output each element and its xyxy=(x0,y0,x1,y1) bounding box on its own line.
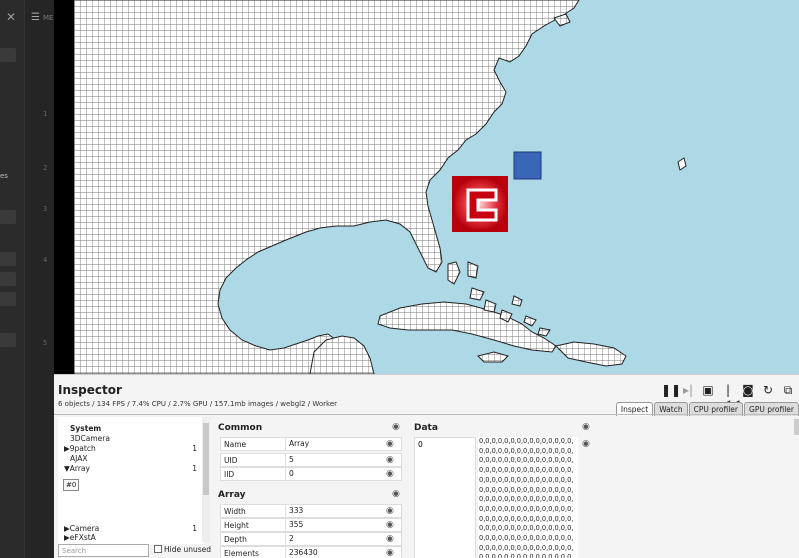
map-view[interactable] xyxy=(74,0,799,374)
eye-icon[interactable]: ◉ xyxy=(392,422,400,432)
eye-icon[interactable]: ◉ xyxy=(386,455,394,465)
data-value-line: 0,0,0,0,0,0,0,0,0,0,0,0,0,0,0, xyxy=(479,446,574,455)
data-value-line: 0,0,0,0,0,0,0,0,0,0,0,0,0,0,0, xyxy=(479,485,574,494)
editor-tab-fragment: es xyxy=(0,172,8,180)
cuba-island xyxy=(377,301,557,353)
gutter-block xyxy=(0,292,16,306)
tree-scrollbar[interactable] xyxy=(202,417,210,542)
data-index: 0 xyxy=(414,437,476,558)
red-c-marker xyxy=(452,176,508,232)
eye-icon[interactable]: ◉ xyxy=(386,506,394,516)
inspector-stats: 6 objects / 134 FPS / 7.4% CPU / 2.7% GP… xyxy=(58,400,337,408)
tree-item-ajax[interactable]: AJAX xyxy=(70,454,215,464)
prop-row-width: Width 333 xyxy=(220,504,402,518)
jamaica-island xyxy=(477,351,509,363)
eye-icon[interactable]: ◉ xyxy=(386,548,394,558)
eye-icon[interactable]: ◉ xyxy=(582,422,590,432)
tree-item-array[interactable]: ▼Array 1 xyxy=(64,464,209,474)
prop-row-iid: IID 0 xyxy=(220,467,402,481)
app-root: ✕ es ☰ ME 1 2 3 4 5 Inspector 6 objects … xyxy=(0,0,799,558)
editor-left-strip: ✕ es xyxy=(0,0,24,558)
tree-item-instance[interactable]: #0 xyxy=(63,479,80,491)
scrollbar-thumb[interactable] xyxy=(203,423,209,495)
tree-item-partial[interactable]: ▶eFXstA xyxy=(64,533,209,541)
data-value-line: 0,0,0,0,0,0,0,0,0,0,0,0,0,0,0, xyxy=(479,504,574,513)
menu-icon[interactable]: ☰ xyxy=(31,12,40,23)
data-value-line: 0,0,0,0,0,0,0,0,0,0,0,0,0,0,0, xyxy=(479,495,574,504)
menu-label: ME xyxy=(43,14,54,22)
gutter-block xyxy=(0,252,16,266)
line-number: 5 xyxy=(43,339,48,347)
bermuda-island xyxy=(677,157,687,171)
object-tree: System 3DCamera ▶9patch 1 AJAX ▼Array 1 #0… xyxy=(58,417,203,544)
data-value-line: 0,0,0,0,0,0,0,0,0,0,0,0,0,0,0, xyxy=(479,514,574,523)
gutter-block xyxy=(0,210,16,224)
map-svg xyxy=(74,0,687,374)
search-input[interactable]: Search xyxy=(58,544,149,557)
data-value-line: 0,0,0,0,0,0,0,0,0,0,0,0,0,0,0, xyxy=(479,456,574,465)
line-number: 3 xyxy=(43,205,48,213)
data-value-line: 0,0,0,0,0,0,0,0,0,0,0,0,0,0,0, xyxy=(479,475,574,484)
tree-item-9patch[interactable]: ▶9patch 1 xyxy=(64,444,209,454)
section-array: Array xyxy=(218,490,246,500)
hispaniola-island xyxy=(555,341,627,367)
line-number: 1 xyxy=(43,110,48,118)
tree-item-3dcamera[interactable]: 3DCamera xyxy=(70,434,215,444)
data-value-line: 0,0,0,0,0,0,0,0,0,0,0,0,0,0,0, xyxy=(479,543,574,552)
section-common: Common xyxy=(218,423,263,433)
right-scrollbar[interactable] xyxy=(794,419,799,435)
prop-row-elements: Elements 236430 xyxy=(220,546,402,558)
inspector-panel: Inspector 6 objects / 134 FPS / 7.4% CPU… xyxy=(54,374,799,558)
inspector-title: Inspector xyxy=(58,383,122,397)
prop-row-height: Height 355 xyxy=(220,518,402,532)
line-number: 4 xyxy=(43,256,48,264)
blue-marker xyxy=(513,151,542,180)
data-value-line: 0,0,0,0,0,0,0,0,0,0,0,0,0,0,0, xyxy=(479,534,574,543)
data-value-line: 0,0,0,0,0,0,0,0,0,0,0,0,0,0,0, xyxy=(479,524,574,533)
data-values: 0,0,0,0,0,0,0,0,0,0,0,0,0,0,0, 0,0,0,0,0,… xyxy=(478,437,578,558)
data-value-line: 0,0,0,0,0,0,0,0,0,0,0,0,0,0,0, xyxy=(479,466,574,475)
eye-icon[interactable]: ◉ xyxy=(392,489,400,499)
eye-icon[interactable]: ◉ xyxy=(386,469,394,479)
checkbox-box[interactable] xyxy=(154,545,162,553)
gutter-block xyxy=(0,48,16,62)
eye-icon[interactable]: ◉ xyxy=(582,439,590,449)
prop-row-uid: UID 5 xyxy=(220,453,402,467)
line-number: 2 xyxy=(43,164,48,172)
close-icon[interactable]: ✕ xyxy=(6,10,16,24)
hide-unused-checkbox[interactable]: Hide unused xyxy=(154,545,211,554)
tree-item-system[interactable]: System xyxy=(70,424,215,434)
prop-row-depth: Depth 2 xyxy=(220,532,402,546)
eye-icon[interactable]: ◉ xyxy=(386,520,394,530)
data-value-line: 0,0,0,0,0,0,0,0,0,0,0,0,0,0,0, xyxy=(479,437,574,445)
editor-gutter: ☰ ME 1 2 3 4 5 xyxy=(24,0,54,558)
tabs-divider xyxy=(54,414,799,415)
game-canvas[interactable] xyxy=(54,0,799,374)
gutter-block xyxy=(0,272,16,286)
data-value-line: 0,0,0,0,0,0,0,0,0,0,0,0,0,0,0, xyxy=(479,553,574,558)
eye-icon[interactable]: ◉ xyxy=(386,534,394,544)
eye-icon[interactable]: ◉ xyxy=(386,439,394,449)
gutter-block xyxy=(0,333,16,347)
section-data: Data xyxy=(414,423,438,433)
prop-row-name: Name Array xyxy=(220,437,402,451)
